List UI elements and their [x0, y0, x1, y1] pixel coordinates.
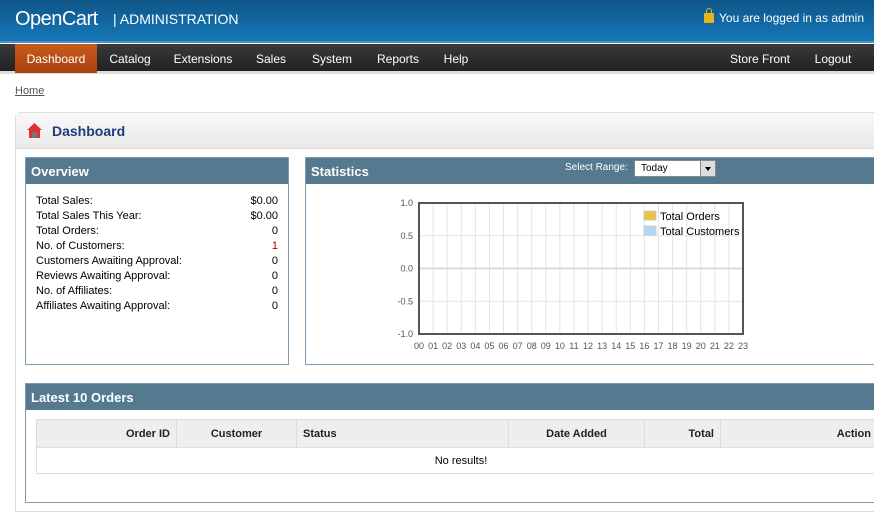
overview-row: Affiliates Awaiting Approval: 0 [36, 300, 278, 315]
table-row: No results! [37, 448, 874, 474]
nav-system[interactable]: System [302, 44, 362, 73]
overview-value: 0 [272, 285, 278, 297]
legend-swatch [644, 211, 656, 220]
orders-table: Order ID Customer Status Date Added Tota… [36, 419, 874, 474]
x-tick-label: 21 [710, 341, 720, 351]
overview-label: No. of Customers: [36, 240, 125, 252]
login-text: You are logged in as admin [719, 11, 864, 25]
nav-catalog[interactable]: Catalog [100, 44, 160, 73]
overview-value: 1 [272, 240, 278, 252]
lock-icon [704, 13, 714, 23]
x-tick-label: 12 [583, 341, 593, 351]
x-tick-label: 03 [456, 341, 466, 351]
nav-store-front[interactable]: Store Front [722, 44, 798, 73]
x-tick-label: 10 [555, 341, 565, 351]
y-tick-label: 0.0 [400, 264, 413, 274]
col-action: Action [721, 420, 874, 448]
col-status[interactable]: Status [297, 420, 509, 448]
no-results: No results! [37, 448, 874, 474]
y-tick-label: -1.0 [397, 329, 413, 339]
x-tick-label: 16 [639, 341, 649, 351]
y-tick-label: 0.5 [400, 231, 413, 241]
nav-help[interactable]: Help [436, 44, 476, 73]
overview-row: No. of Affiliates: 0 [36, 285, 278, 300]
nav-extensions[interactable]: Extensions [166, 44, 240, 73]
chevron-down-icon[interactable] [700, 161, 715, 176]
nav-reports[interactable]: Reports [368, 44, 428, 73]
breadcrumb-home[interactable]: Home [15, 85, 44, 97]
col-order-id[interactable]: Order ID [37, 420, 177, 448]
col-date-added[interactable]: Date Added [509, 420, 645, 448]
nav-dashboard[interactable]: Dashboard [15, 44, 97, 73]
nav-sales[interactable]: Sales [246, 44, 296, 73]
x-tick-label: 08 [527, 341, 537, 351]
overview-value: 0 [272, 225, 278, 237]
x-tick-label: 11 [569, 341, 578, 351]
overview-row: Reviews Awaiting Approval: 0 [36, 270, 278, 285]
overview-label: Total Sales: [36, 195, 93, 207]
overview-row: No. of Customers: 1 [36, 240, 278, 255]
x-tick-label: 01 [428, 341, 438, 351]
x-tick-label: 15 [625, 341, 635, 351]
overview-row: Customers Awaiting Approval: 0 [36, 255, 278, 270]
x-tick-label: 04 [470, 341, 480, 351]
x-tick-label: 09 [541, 341, 551, 351]
statistics-header: Statistics Select Range: Today [306, 158, 874, 184]
legend-label: Total Orders [660, 211, 720, 223]
x-tick-label: 06 [499, 341, 509, 351]
overview-value: $0.00 [250, 195, 278, 207]
x-tick-label: 07 [513, 341, 523, 351]
y-tick-label: 1.0 [400, 198, 413, 208]
x-tick-label: 13 [597, 341, 607, 351]
range-value: Today [641, 163, 668, 174]
legend-label: Total Customers [660, 226, 740, 238]
y-tick-label: -0.5 [397, 296, 413, 306]
admin-subtitle: | ADMINISTRATION [113, 11, 239, 27]
x-tick-label: 18 [668, 341, 678, 351]
login-status: You are logged in as admin [704, 11, 864, 25]
logo[interactable]: OpenCart [15, 8, 98, 31]
overview-value: 0 [272, 270, 278, 282]
overview-title: Overview [26, 158, 288, 184]
overview-row: Total Orders: 0 [36, 225, 278, 240]
statistics-chart: 00 01 02 03 04 05 06 07 08 09 10 11 12 13 14 15 16 17 18 19… [330, 193, 770, 363]
col-customer[interactable]: Customer [177, 420, 297, 448]
overview-label: Total Sales This Year: [36, 210, 142, 222]
range-label: Select Range: [565, 161, 628, 175]
overview-value: $0.00 [250, 210, 278, 222]
x-tick-label: 02 [442, 341, 452, 351]
table-header-row: Order ID Customer Status Date Added Tota… [37, 420, 874, 448]
statistics-panel: Statistics Select Range: Today 000102030… [305, 157, 874, 365]
header: OpenCart | ADMINISTRATION You are logged… [0, 0, 874, 43]
overview-label: Customers Awaiting Approval: [36, 255, 182, 267]
overview-panel: Overview Total Sales:$0.00Total Sales Th… [25, 157, 289, 365]
overview-label: No. of Affiliates: [36, 285, 112, 297]
page-heading: Dashboard [16, 113, 874, 149]
overview-value: 0 [272, 300, 278, 312]
latest-orders-title: Latest 10 Orders [26, 384, 874, 410]
x-tick-label: 14 [611, 341, 621, 351]
x-tick-label: 00 [414, 341, 424, 351]
overview-row: Total Sales: $0.00 [36, 195, 278, 210]
x-tick-label: 17 [653, 341, 663, 351]
main-nav: Dashboard Catalog Extensions Sales Syste… [0, 44, 874, 74]
statistics-title: Statistics [311, 164, 369, 179]
legend-swatch [644, 226, 656, 235]
x-tick-label: 20 [696, 341, 706, 351]
overview-label: Total Orders: [36, 225, 99, 237]
overview-label: Affiliates Awaiting Approval: [36, 300, 170, 312]
x-tick-label: 19 [682, 341, 692, 351]
x-tick-label: 23 [738, 341, 748, 351]
overview-row: Total Sales This Year: $0.00 [36, 210, 278, 225]
range-select[interactable]: Today [634, 160, 716, 177]
nav-logout[interactable]: Logout [806, 44, 860, 73]
home-icon [26, 122, 43, 139]
overview-label: Reviews Awaiting Approval: [36, 270, 170, 282]
x-tick-label: 22 [724, 341, 734, 351]
overview-value: 0 [272, 255, 278, 267]
page-title: Dashboard [52, 123, 125, 139]
col-total[interactable]: Total [645, 420, 721, 448]
latest-orders-panel: Latest 10 Orders Order ID Customer Statu… [25, 383, 874, 503]
x-tick-label: 05 [484, 341, 494, 351]
